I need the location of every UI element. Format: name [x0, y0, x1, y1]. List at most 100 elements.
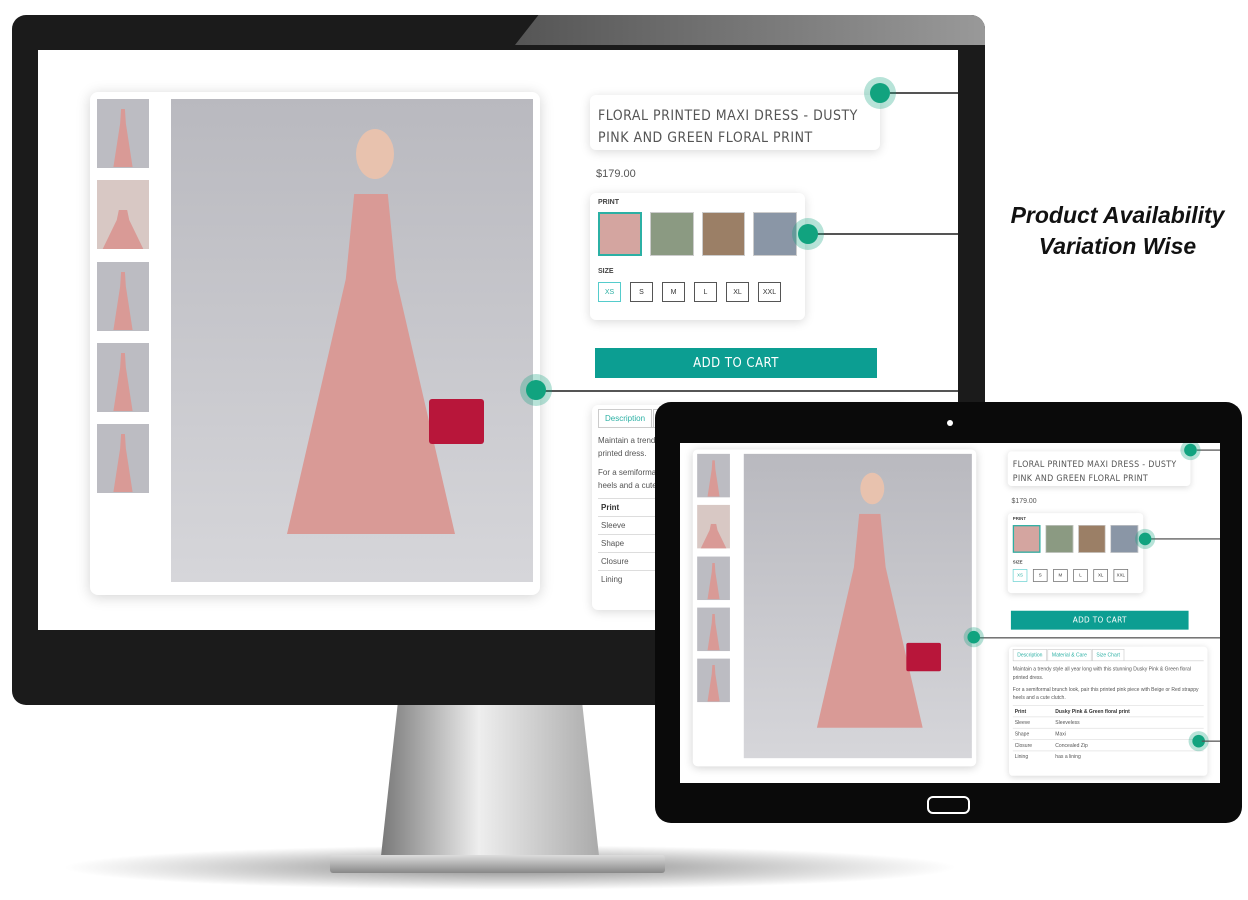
feature-callout: Product Availability Variation Wise	[990, 200, 1245, 262]
size-option[interactable]: S	[630, 282, 653, 302]
size-option[interactable]: S	[1032, 569, 1048, 582]
camera-icon	[947, 420, 953, 426]
handbag	[906, 642, 941, 672]
description-text: Maintain a trendy style all year long wi…	[1012, 666, 1191, 681]
spec-value: has a lining	[1053, 750, 1204, 762]
callout-dot	[967, 630, 981, 644]
spec-key: Shape	[1012, 727, 1054, 740]
spec-key: Shape	[598, 534, 663, 553]
size-option[interactable]: M	[1053, 569, 1068, 582]
spec-value: Concealed Zip	[1053, 739, 1204, 751]
print-swatch[interactable]	[1012, 525, 1041, 553]
variant-selector: PRINT SIZE XS S M L XL XXL	[1008, 513, 1143, 593]
callout-line	[1145, 538, 1220, 540]
print-swatch[interactable]	[701, 212, 746, 256]
spec-key: Sleeve	[1012, 716, 1054, 729]
callout-line	[1201, 740, 1220, 742]
print-swatch[interactable]	[1078, 525, 1106, 553]
size-option[interactable]: XL	[1093, 569, 1108, 582]
print-swatch[interactable]	[1110, 525, 1139, 553]
spec-key: Print	[598, 498, 663, 517]
spec-key: Closure	[1012, 739, 1054, 751]
tab-size-chart[interactable]: Size Chart	[1091, 649, 1125, 661]
thumbnail[interactable]	[697, 453, 730, 498]
size-label: SIZE	[1012, 560, 1023, 565]
product-price: $179.00	[1011, 497, 1037, 505]
callout-text: Product Availability	[1010, 202, 1225, 228]
product-info-tabs: Description Material & Care Size Chart M…	[1009, 646, 1208, 776]
table-row: SleeveSleeveless	[1012, 716, 1204, 729]
print-swatch[interactable]	[649, 212, 694, 256]
size-option[interactable]: XXL	[1113, 569, 1129, 582]
monitor-stand	[380, 705, 600, 865]
size-option[interactable]: M	[662, 282, 685, 302]
thumbnail[interactable]	[697, 504, 730, 549]
print-label: PRINT	[1012, 516, 1027, 522]
spec-key: Closure	[598, 552, 663, 571]
callout-line	[1196, 449, 1220, 451]
monitor-base	[330, 855, 665, 873]
thumbnail[interactable]	[97, 262, 149, 331]
print-swatch[interactable]	[753, 212, 798, 256]
product-title: FLORAL PRINTED MAXI DRESS - DUSTY PINK A…	[1008, 451, 1191, 486]
size-option[interactable]: L	[1073, 569, 1088, 582]
spec-value: Dusky Pink & Green floral print	[1053, 705, 1204, 717]
table-row: ClosureConcealed Zip	[1012, 739, 1204, 751]
thumbnail[interactable]	[697, 556, 730, 601]
spec-value: Maxi	[1053, 727, 1204, 740]
tab-material-care[interactable]: Material & Care	[1047, 649, 1092, 661]
description-text: For a semiformal brunch look, pair this …	[1012, 686, 1199, 701]
callout-line	[978, 637, 1220, 639]
thumbnail[interactable]	[97, 180, 149, 249]
spec-key: Sleeve	[598, 516, 663, 535]
image-gallery	[692, 449, 977, 767]
bezel-gloss	[515, 15, 985, 45]
product-title: FLORAL PRINTED MAXI DRESS - DUSTY PINK A…	[590, 95, 880, 150]
size-option[interactable]: XL	[726, 282, 749, 302]
callout-line	[890, 92, 958, 94]
size-option[interactable]: XS	[1012, 569, 1028, 582]
callout-dot	[526, 380, 546, 400]
thumbnail[interactable]	[697, 658, 730, 703]
callout-dot	[798, 224, 818, 244]
add-to-cart-button[interactable]: ADD TO CART	[1010, 610, 1189, 630]
tablet-screen: FLORAL PRINTED MAXI DRESS - DUSTY PINK A…	[680, 443, 1220, 783]
spec-key: Print	[1012, 705, 1054, 717]
spec-key: Lining	[598, 570, 663, 588]
size-option[interactable]: XS	[598, 282, 621, 302]
spec-value: Sleeveless	[1053, 716, 1204, 729]
callout-dot	[870, 83, 890, 103]
thumbnail[interactable]	[97, 343, 149, 412]
tab-description[interactable]: Description	[1012, 649, 1047, 661]
handbag	[429, 399, 484, 444]
spec-key: Lining	[1012, 750, 1054, 762]
size-option[interactable]: L	[694, 282, 717, 302]
image-gallery	[90, 92, 540, 595]
tablet-device: FLORAL PRINTED MAXI DRESS - DUSTY PINK A…	[655, 402, 1242, 823]
thumbnail[interactable]	[697, 607, 730, 652]
size-option[interactable]: XXL	[758, 282, 781, 302]
size-label: SIZE	[598, 268, 614, 275]
print-swatch[interactable]	[1045, 525, 1073, 553]
callout-dot	[1184, 443, 1197, 457]
product-price: $179.00	[596, 168, 636, 180]
table-row: PrintDusky Pink & Green floral print	[1012, 705, 1204, 717]
variant-selector: PRINT SIZE XS S M L XL XXL	[590, 193, 805, 320]
specs-table: PrintDusky Pink & Green floral print Sle…	[1012, 705, 1204, 762]
print-label: PRINT	[598, 199, 619, 206]
main-product-image	[743, 453, 972, 759]
print-swatch[interactable]	[598, 212, 642, 256]
thumbnail[interactable]	[97, 424, 149, 493]
product-page: FLORAL PRINTED MAXI DRESS - DUSTY PINK A…	[680, 443, 1220, 783]
callout-dot	[1138, 532, 1152, 546]
table-row: Lininghas a lining	[1012, 750, 1204, 762]
callout-line	[808, 233, 958, 235]
callout-line	[543, 390, 958, 392]
main-product-image	[171, 99, 533, 582]
home-button[interactable]	[927, 796, 970, 814]
callout-text: Variation Wise	[1038, 233, 1197, 259]
table-row: ShapeMaxi	[1012, 727, 1204, 740]
thumbnail[interactable]	[97, 99, 149, 168]
add-to-cart-button[interactable]: ADD TO CART	[595, 348, 877, 378]
tab-description[interactable]: Description	[598, 409, 653, 427]
